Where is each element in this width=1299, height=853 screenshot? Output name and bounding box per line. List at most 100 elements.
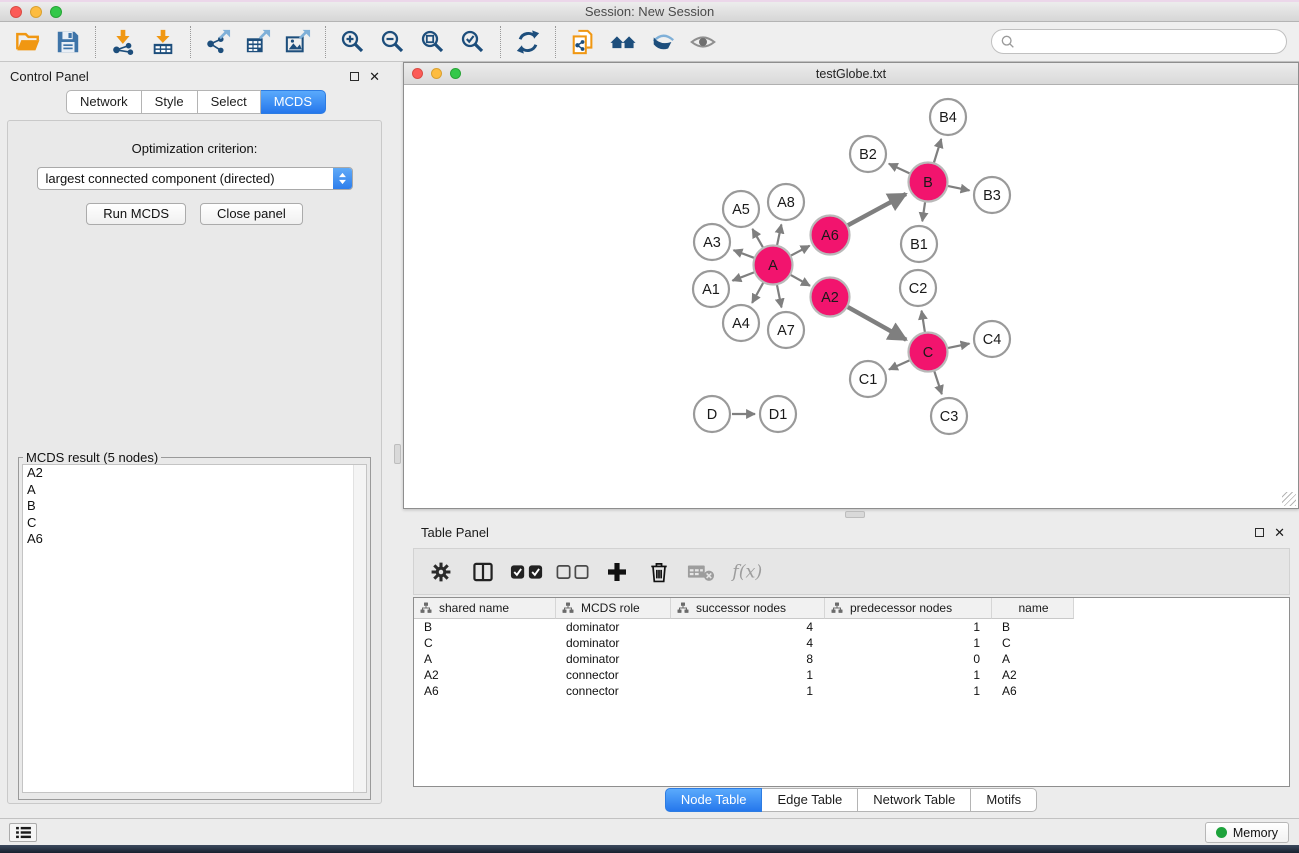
tab-motifs[interactable]: Motifs xyxy=(971,788,1037,812)
tab-network-table[interactable]: Network Table xyxy=(858,788,971,812)
tab-network[interactable]: Network xyxy=(66,90,142,114)
float-table-panel-icon[interactable] xyxy=(1255,528,1264,537)
resize-grip-icon[interactable] xyxy=(1282,492,1296,506)
export-network-button[interactable] xyxy=(198,26,238,58)
zoom-out-button[interactable] xyxy=(373,26,413,58)
table-cell[interactable]: C xyxy=(992,635,1074,651)
table-cell[interactable]: 0 xyxy=(825,651,992,667)
graph-edge-A-A7[interactable] xyxy=(777,285,782,308)
create-column-button[interactable] xyxy=(602,557,632,587)
graph-edge-C-C1[interactable] xyxy=(889,360,910,369)
column-header-predecessor-nodes[interactable]: predecessor nodes xyxy=(825,598,992,619)
horizontal-splitter-handle[interactable] xyxy=(845,511,865,518)
tab-select[interactable]: Select xyxy=(198,90,261,114)
graph-edge-A-A4[interactable] xyxy=(752,283,763,303)
tab-style[interactable]: Style xyxy=(142,90,198,114)
graph-edge-A2-C[interactable] xyxy=(847,307,906,340)
table-cell[interactable]: A2 xyxy=(414,667,556,683)
close-panel-icon[interactable]: ✕ xyxy=(369,70,380,83)
task-history-button[interactable] xyxy=(9,823,37,842)
table-cell[interactable]: 1 xyxy=(825,667,992,683)
deselect-all-rows-button[interactable] xyxy=(556,557,590,587)
mcds-result-item[interactable]: A6 xyxy=(23,531,366,548)
column-header-successor-nodes[interactable]: successor nodes xyxy=(671,598,825,619)
network-window-titlebar[interactable]: testGlobe.txt xyxy=(404,63,1298,85)
import-network-button[interactable] xyxy=(103,26,143,58)
table-row[interactable]: A6connector11A6 xyxy=(414,683,1289,699)
run-mcds-button[interactable]: Run MCDS xyxy=(86,203,186,225)
export-image-button[interactable] xyxy=(278,26,318,58)
export-table-button[interactable] xyxy=(238,26,278,58)
graph-edge-B-B1[interactable] xyxy=(922,202,925,221)
graph-edge-B-B2[interactable] xyxy=(889,164,910,174)
table-cell[interactable]: dominator xyxy=(556,635,671,651)
table-row[interactable]: Bdominator41B xyxy=(414,619,1289,635)
result-scrollbar[interactable] xyxy=(353,465,366,792)
table-cell[interactable]: A6 xyxy=(992,683,1074,699)
search-input[interactable] xyxy=(1015,32,1286,52)
table-row[interactable]: Cdominator41C xyxy=(414,635,1289,651)
tab-mcds[interactable]: MCDS xyxy=(261,90,326,114)
search-field[interactable] xyxy=(991,29,1287,54)
clone-network-button[interactable] xyxy=(563,26,603,58)
table-cell[interactable]: A xyxy=(992,651,1074,667)
delete-column-button[interactable] xyxy=(644,557,674,587)
table-row[interactable]: A2connector11A2 xyxy=(414,667,1289,683)
table-cell[interactable]: dominator xyxy=(556,651,671,667)
float-panel-icon[interactable] xyxy=(350,72,359,81)
graph-edge-B-B3[interactable] xyxy=(948,186,970,190)
table-cell[interactable]: 8 xyxy=(671,651,825,667)
mcds-result-item[interactable]: A xyxy=(23,482,366,499)
table-cell[interactable]: 4 xyxy=(671,635,825,651)
network-graph[interactable]: B4B2BB3B1A8A5A6A3AA1C2A2A4A7C4CC1C3DD1 xyxy=(404,85,1298,508)
table-cell[interactable]: 4 xyxy=(671,619,825,635)
table-row[interactable]: Adominator80A xyxy=(414,651,1289,667)
table-cell[interactable]: C xyxy=(414,635,556,651)
table-cell[interactable]: 1 xyxy=(671,667,825,683)
select-all-rows-button[interactable] xyxy=(510,557,544,587)
graph-edge-A-A6[interactable] xyxy=(791,246,810,256)
tab-edge-table[interactable]: Edge Table xyxy=(762,788,858,812)
table-settings-button[interactable] xyxy=(426,557,456,587)
vertical-splitter-handle[interactable] xyxy=(394,444,401,464)
zoom-fit-button[interactable] xyxy=(413,26,453,58)
hide-selected-button[interactable] xyxy=(643,26,683,58)
table-cell[interactable]: A2 xyxy=(992,667,1074,683)
graph-edge-A6-B[interactable] xyxy=(848,194,906,226)
show-columns-button[interactable] xyxy=(468,557,498,587)
criterion-dropdown[interactable]: largest connected component (directed) xyxy=(37,167,353,190)
mcds-result-list[interactable]: A2ABCA6 xyxy=(22,464,367,793)
graph-edge-C-C3[interactable] xyxy=(934,371,942,394)
table-cell[interactable]: connector xyxy=(556,683,671,699)
graph-edge-C-C2[interactable] xyxy=(922,311,925,333)
table-cell[interactable]: B xyxy=(414,619,556,635)
table-cell[interactable]: A6 xyxy=(414,683,556,699)
column-header-shared-name[interactable]: shared name xyxy=(414,598,556,619)
graph-edge-B-B4[interactable] xyxy=(934,139,941,163)
mcds-result-item[interactable]: C xyxy=(23,515,366,532)
table-cell[interactable]: 1 xyxy=(825,683,992,699)
save-session-button[interactable] xyxy=(48,26,88,58)
graph-edge-C-C4[interactable] xyxy=(948,344,970,348)
table-cell[interactable]: 1 xyxy=(825,619,992,635)
mcds-result-item[interactable]: A2 xyxy=(23,465,366,482)
table-cell[interactable]: 1 xyxy=(671,683,825,699)
column-header-name[interactable]: name xyxy=(992,598,1074,619)
table-cell[interactable]: 1 xyxy=(825,635,992,651)
network-canvas[interactable]: B4B2BB3B1A8A5A6A3AA1C2A2A4A7C4CC1C3DD1 xyxy=(404,85,1298,508)
graph-edge-A-A3[interactable] xyxy=(734,250,755,258)
table-cell[interactable]: connector xyxy=(556,667,671,683)
refresh-button[interactable] xyxy=(508,26,548,58)
table-cell[interactable]: A xyxy=(414,651,556,667)
open-file-button[interactable] xyxy=(8,26,48,58)
close-panel-button[interactable]: Close panel xyxy=(200,203,303,225)
tab-node-table[interactable]: Node Table xyxy=(665,788,763,812)
graph-edge-A-A8[interactable] xyxy=(777,225,781,246)
first-neighbors-button[interactable] xyxy=(603,26,643,58)
close-table-panel-icon[interactable]: ✕ xyxy=(1274,526,1285,539)
mcds-result-item[interactable]: B xyxy=(23,498,366,515)
graph-edge-A-A1[interactable] xyxy=(732,272,754,280)
column-header-MCDS-role[interactable]: MCDS role xyxy=(556,598,671,619)
zoom-in-button[interactable] xyxy=(333,26,373,58)
table-cell[interactable]: B xyxy=(992,619,1074,635)
